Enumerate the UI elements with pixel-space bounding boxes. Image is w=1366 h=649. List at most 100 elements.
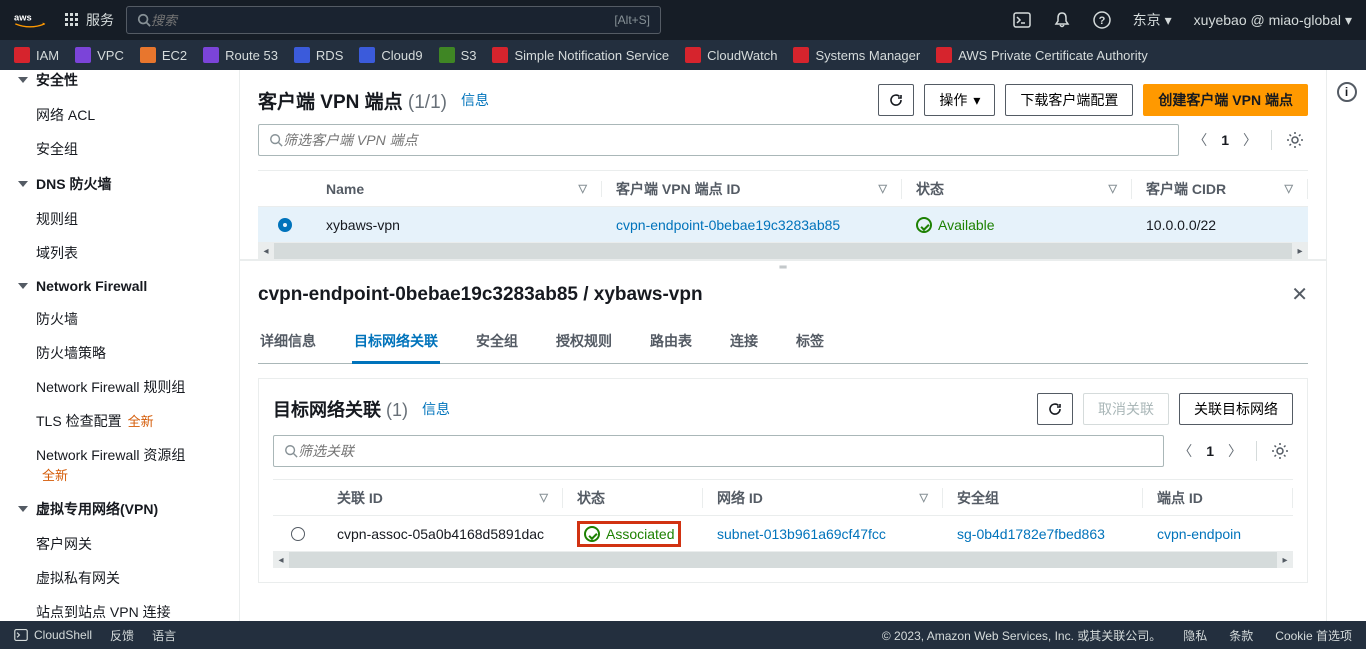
col-network-id[interactable]: 网络 ID▽	[703, 488, 943, 508]
actions-button[interactable]: 操作▾	[924, 84, 995, 116]
cloudshell-button[interactable]: CloudShell	[14, 628, 92, 642]
close-detail-button[interactable]: ✕	[1291, 282, 1308, 307]
associate-button[interactable]: 关联目标网络	[1179, 393, 1293, 425]
table-row[interactable]: cvpn-assoc-05a0b4168d5891dac Associated …	[273, 516, 1293, 552]
cookie-link[interactable]: Cookie 首选项	[1275, 627, 1352, 644]
info-panel-toggle[interactable]: i	[1337, 82, 1357, 102]
service-link[interactable]: Route 53	[203, 47, 278, 63]
tab[interactable]: 目标网络关联	[352, 321, 440, 364]
region-selector[interactable]: 东京▾	[1133, 10, 1172, 30]
col-endpoint-id[interactable]: 端点 ID	[1143, 488, 1293, 508]
next-page-button[interactable]: 〉	[1239, 126, 1261, 154]
service-link[interactable]: Systems Manager	[793, 47, 920, 63]
sidebar-item[interactable]: 防火墙策略	[0, 336, 239, 370]
sidebar-item[interactable]: TLS 检查配置全新	[0, 404, 239, 438]
service-link[interactable]: Simple Notification Service	[492, 47, 669, 63]
sidebar-group-header[interactable]: 虚拟专用网络(VPN)	[0, 491, 239, 527]
sidebar-item[interactable]: 站点到站点 VPN 连接	[0, 595, 239, 621]
sidebar-item[interactable]: 防火墙	[0, 302, 239, 336]
prev-page-button[interactable]: 〈	[1174, 437, 1196, 465]
info-link[interactable]: 信息	[422, 399, 450, 419]
highlight-box: Associated	[577, 521, 681, 547]
filter-input[interactable]	[283, 132, 1168, 148]
cloudshell-icon[interactable]	[1013, 11, 1031, 29]
service-link[interactable]: Cloud9	[359, 47, 422, 63]
service-link[interactable]: RDS	[294, 47, 343, 63]
tab[interactable]: 标签	[794, 321, 826, 363]
table-header-row: Name▽ 客户端 VPN 端点 ID▽ 状态▽ 客户端 CIDR▽	[258, 171, 1308, 207]
feedback-link[interactable]: 反馈	[110, 627, 134, 644]
sidebar-group-header[interactable]: 安全性	[0, 70, 239, 98]
privacy-link[interactable]: 隐私	[1183, 627, 1207, 644]
table-row[interactable]: xybaws-vpn cvpn-endpoint-0bebae19c3283ab…	[258, 207, 1308, 243]
disassociate-button: 取消关联	[1083, 393, 1169, 425]
sidebar-item[interactable]: 安全组	[0, 132, 239, 166]
sidebar-group-header[interactable]: DNS 防火墙	[0, 166, 239, 202]
split-handle[interactable]	[240, 260, 1326, 274]
tab[interactable]: 详细信息	[258, 321, 318, 363]
service-link[interactable]: AWS Private Certificate Authority	[936, 47, 1148, 63]
filter-endpoints[interactable]	[258, 124, 1179, 156]
sidebar-item[interactable]: 网络 ACL	[0, 98, 239, 132]
col-id[interactable]: 客户端 VPN 端点 ID▽	[602, 179, 902, 199]
cell-endpoint-id[interactable]: cvpn-endpoint-0bebae19c3283ab85	[602, 217, 902, 233]
service-link[interactable]: VPC	[75, 47, 124, 63]
search-icon	[269, 133, 283, 147]
filter-input[interactable]	[298, 443, 1153, 459]
tab[interactable]: 连接	[728, 321, 760, 363]
download-config-button[interactable]: 下载客户端配置	[1005, 84, 1133, 116]
service-icon	[203, 47, 219, 63]
sidebar-item[interactable]: 虚拟私有网关	[0, 561, 239, 595]
sidebar-item[interactable]: 域列表	[0, 236, 239, 270]
refresh-button[interactable]	[1037, 393, 1073, 425]
global-search[interactable]: [Alt+S]	[126, 6, 661, 34]
tab[interactable]: 安全组	[474, 321, 520, 363]
services-menu[interactable]: 服务	[64, 10, 114, 30]
cell-network-id[interactable]: subnet-013b961a69cf47fcc	[703, 526, 943, 542]
create-endpoint-button[interactable]: 创建客户端 VPN 端点	[1143, 84, 1308, 116]
search-input[interactable]	[151, 13, 614, 28]
col-state[interactable]: 状态▽	[902, 179, 1132, 199]
next-page-button[interactable]: 〉	[1224, 437, 1246, 465]
page-number: 1	[1206, 443, 1214, 459]
service-link[interactable]: IAM	[14, 47, 59, 63]
account-menu[interactable]: xuyebao @ miao-global▾	[1194, 12, 1352, 29]
terms-link[interactable]: 条款	[1229, 627, 1253, 644]
table-settings-button[interactable]	[1282, 127, 1308, 153]
endpoints-table: Name▽ 客户端 VPN 端点 ID▽ 状态▽ 客户端 CIDR▽ xybaw…	[258, 170, 1308, 243]
col-cidr[interactable]: 客户端 CIDR▽	[1132, 179, 1308, 199]
caret-down-icon	[18, 506, 28, 512]
col-name[interactable]: Name▽	[312, 181, 602, 197]
page-number: 1	[1221, 132, 1229, 148]
copyright: © 2023, Amazon Web Services, Inc. 或其关联公司…	[882, 627, 1161, 644]
sidebar-item[interactable]: 规则组	[0, 202, 239, 236]
sidebar-item[interactable]: Network Firewall 规则组	[0, 370, 239, 404]
language-link[interactable]: 语言	[152, 627, 176, 644]
tab[interactable]: 授权规则	[554, 321, 614, 363]
row-radio[interactable]	[291, 527, 305, 541]
horizontal-scrollbar[interactable]: ◂▸	[258, 243, 1308, 259]
cell-security-group[interactable]: sg-0b4d1782e7fbed863	[943, 526, 1143, 542]
col-state[interactable]: 状态	[563, 488, 703, 508]
help-icon[interactable]: ?	[1093, 11, 1111, 29]
tab[interactable]: 路由表	[648, 321, 694, 363]
cell-endpoint-id[interactable]: cvpn-endpoin	[1143, 526, 1293, 542]
sidebar-item[interactable]: Network Firewall 资源组全新	[0, 438, 239, 491]
filter-associations[interactable]	[273, 435, 1164, 467]
refresh-button[interactable]	[878, 84, 914, 116]
row-radio[interactable]	[278, 218, 292, 232]
col-assoc-id[interactable]: 关联 ID▽	[323, 488, 563, 508]
horizontal-scrollbar[interactable]: ◂▸	[273, 552, 1293, 568]
service-link[interactable]: S3	[439, 47, 477, 63]
notifications-icon[interactable]	[1053, 11, 1071, 29]
table-settings-button[interactable]	[1267, 438, 1293, 464]
prev-page-button[interactable]: 〈	[1189, 126, 1211, 154]
cell-name: xybaws-vpn	[312, 217, 602, 233]
service-link[interactable]: CloudWatch	[685, 47, 777, 63]
aws-logo[interactable]: aws	[14, 11, 46, 30]
info-link[interactable]: 信息	[461, 90, 489, 110]
sidebar-item[interactable]: 客户网关	[0, 527, 239, 561]
sidebar-group-header[interactable]: Network Firewall	[0, 270, 239, 302]
col-security-group[interactable]: 安全组	[943, 488, 1143, 508]
service-link[interactable]: EC2	[140, 47, 187, 63]
